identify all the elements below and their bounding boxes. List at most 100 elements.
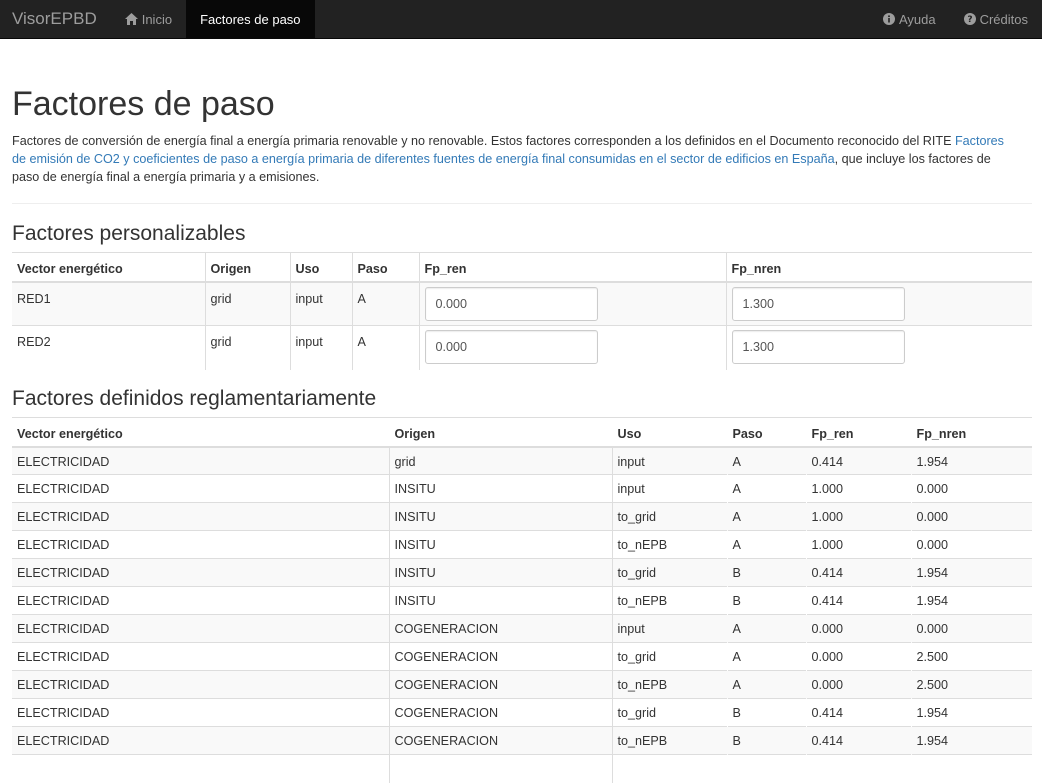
- intro-text: Factores de conversión de energía final …: [12, 134, 955, 149]
- fp-ren-input-red2[interactable]: [424, 330, 598, 365]
- cell-fp-ren: [418, 325, 726, 370]
- col-fp-nren: Fp_nren: [725, 252, 1032, 283]
- cell-vector: RED2: [12, 325, 205, 370]
- cell-origen: COGENERACION: [388, 670, 612, 699]
- col-fp-ren: Fp_ren: [806, 417, 911, 448]
- col-origen: Origen: [389, 417, 612, 448]
- cell-paso: B: [727, 726, 806, 755]
- cell-paso: A: [727, 502, 806, 531]
- fp-nren-input-red1[interactable]: [731, 286, 905, 321]
- cell-fp-nren: [725, 325, 1032, 370]
- cell-uso: to_grid: [611, 698, 727, 727]
- cell-vector: ELECTRICIDAD: [12, 474, 389, 503]
- cell-paso: B: [727, 558, 806, 587]
- nav-help[interactable]: Ayuda: [869, 0, 950, 38]
- cell-uso: input: [611, 446, 727, 475]
- cell-fp-nren: 0.000: [911, 474, 1032, 503]
- nav-help-label: Ayuda: [898, 11, 936, 27]
- nav-credits[interactable]: ? Créditos: [950, 0, 1042, 38]
- cell-vector: ELECTRICIDAD: [12, 502, 389, 531]
- question-icon: ?: [963, 13, 976, 25]
- col-uso: Uso: [612, 417, 727, 448]
- info-icon: [882, 13, 895, 25]
- custom-factors-table: Vector energético Origen Uso Paso Fp_ren…: [12, 252, 1032, 370]
- cell-paso: B: [727, 698, 806, 727]
- fp-ren-input-red1[interactable]: [424, 286, 598, 321]
- table-row: ELECTRICIDAD grid input A 0.414 1.954: [12, 446, 1032, 475]
- cell-origen: grid: [204, 281, 290, 326]
- table-row: RED1 grid input A: [12, 281, 1032, 326]
- cell-fp-nren: 1.954: [911, 446, 1032, 475]
- cell-fp-ren: 0.414: [806, 558, 911, 587]
- regulated-factors-heading: Factores definidos reglamentariamente: [12, 386, 377, 410]
- cell-fp-ren: 0.000: [806, 670, 911, 699]
- cell-origen: COGENERACION: [388, 642, 612, 671]
- cell-fp-ren: 1.000: [806, 474, 911, 503]
- cell-paso: A: [727, 446, 806, 475]
- cell-fp-nren: 0.000: [911, 530, 1032, 559]
- cell-origen: INSITU: [388, 586, 612, 615]
- cell-paso: A: [727, 530, 806, 559]
- cell-vector: ELECTRICIDAD: [12, 726, 389, 755]
- cell-uso: input: [289, 325, 352, 370]
- nav-home-label: Inicio: [141, 11, 173, 27]
- page-title: Factores de paso: [12, 85, 275, 123]
- nav-factors-label: Factores de paso: [200, 11, 301, 27]
- cell-origen: COGENERACION: [388, 698, 612, 727]
- cell-uso: to_nEPB: [611, 670, 727, 699]
- cell-paso: A: [727, 670, 806, 699]
- table-row: ELECTRICIDAD COGENERACION input A 0.000 0.000: [12, 614, 1032, 643]
- nav-credits-label: Créditos: [979, 11, 1028, 27]
- cell-uso: to_grid: [611, 642, 727, 671]
- table-row: ELECTRICIDAD INSITU to_nEPB A 1.000 0.000: [12, 530, 1032, 559]
- cell-paso: A: [727, 642, 806, 671]
- col-uso: Uso: [289, 252, 352, 283]
- cell-fp-ren: 0.414: [806, 586, 911, 615]
- cell-uso: input: [611, 614, 727, 643]
- cell-fp-ren: 0.414: [806, 446, 911, 475]
- cell-fp-ren: 0.000: [806, 642, 911, 671]
- table-row: ELECTRICIDAD COGENERACION to_nEPB A 0.000 2.5…: [12, 670, 1032, 699]
- cell-vector: ELECTRICIDAD: [12, 446, 389, 475]
- table-row: ELECTRICIDAD COGENERACION to_grid A 0.000 2.5…: [12, 642, 1032, 671]
- divider: [12, 203, 1032, 205]
- cell-origen: INSITU: [388, 530, 612, 559]
- table-row: ELECTRICIDAD COGENERACION to_nEPB B 0.414 1.9…: [12, 726, 1032, 755]
- cell-vector: ELECTRICIDAD: [12, 558, 389, 587]
- cell-fp-nren: [725, 281, 1032, 326]
- col-vector: Vector energético: [12, 417, 389, 448]
- col-paso: Paso: [727, 417, 806, 448]
- table-row: ELECTRICIDAD INSITU to_grid A 1.000 0.000: [12, 502, 1032, 531]
- col-fp-ren: Fp_ren: [418, 252, 726, 283]
- table-row: RED2 grid input A: [12, 325, 1032, 370]
- custom-table-header: Vector energético Origen Uso Paso Fp_ren…: [12, 252, 1032, 283]
- cell-vector: RED1: [12, 281, 205, 326]
- cell-fp-nren: 1.954: [911, 726, 1032, 755]
- cell-fp-nren: 0.000: [911, 614, 1032, 643]
- nav-factors[interactable]: Factores de paso: [186, 0, 315, 38]
- table-row: ELECTRICIDAD INSITU to_nEPB B 0.414 1.954: [12, 586, 1032, 615]
- cell-vector: ELECTRICIDAD: [12, 614, 389, 643]
- navbar-left: VisorEPBD Inicio Factores de paso: [0, 0, 315, 38]
- cell-paso: A: [727, 474, 806, 503]
- cell-uso: to_grid: [611, 502, 727, 531]
- cell-fp-ren: [418, 281, 726, 326]
- custom-factors-heading: Factores personalizables: [12, 222, 246, 246]
- brand-link[interactable]: VisorEPBD: [0, 0, 109, 38]
- cell-origen: grid: [388, 446, 612, 475]
- nav-home[interactable]: Inicio: [111, 0, 186, 38]
- regulated-table-header: Vector energético Origen Uso Paso Fp_ren…: [12, 417, 1032, 448]
- cell-origen: COGENERACION: [388, 726, 612, 755]
- col-origen: Origen: [204, 252, 290, 283]
- cell-fp-nren: 0.000: [911, 502, 1032, 531]
- cell-uso: to_grid: [611, 558, 727, 587]
- cell-origen: INSITU: [388, 558, 612, 587]
- fp-nren-input-red2[interactable]: [731, 330, 905, 365]
- cell-vector: ELECTRICIDAD: [12, 698, 389, 727]
- cell-fp-nren: 1.954: [911, 558, 1032, 587]
- cell-paso: A: [351, 325, 419, 370]
- cell-fp-ren: 0.414: [806, 698, 911, 727]
- cell-fp-nren: 1.954: [911, 586, 1032, 615]
- cell-origen: INSITU: [388, 502, 612, 531]
- cell-vector: ELECTRICIDAD: [12, 586, 389, 615]
